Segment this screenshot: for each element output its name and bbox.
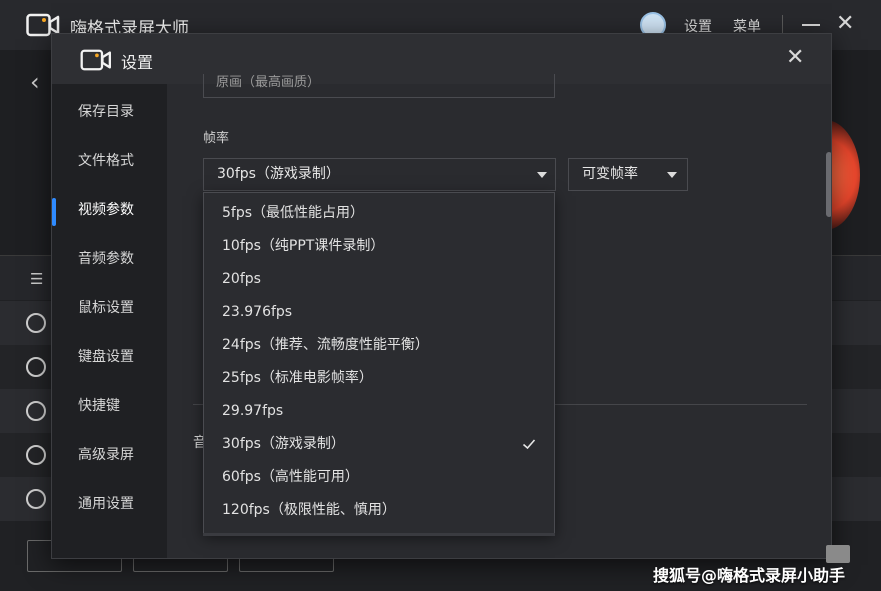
fps-label: 帧率 xyxy=(203,131,230,146)
sidebar-item-save-dir[interactable]: 保存目录 xyxy=(52,88,167,137)
folder-icon[interactable] xyxy=(826,545,850,563)
resolution-value: 原画（最高画质） xyxy=(216,75,321,90)
back-icon[interactable]: ‹ xyxy=(30,68,40,96)
fps-option[interactable]: 25fps（标准电影帧率） xyxy=(204,362,554,395)
fps-option-label: 20fps xyxy=(222,271,261,287)
sidebar-item-label: 通用设置 xyxy=(78,496,134,512)
fps-option[interactable]: 10fps（纯PPT课件录制） xyxy=(204,230,554,263)
sidebar-item-label: 视频参数 xyxy=(78,202,134,218)
resolution-select[interactable]: 原画（最高画质） xyxy=(203,74,555,98)
sidebar-item-video-params[interactable]: 视频参数 xyxy=(52,186,167,235)
sidebar-item-mouse[interactable]: 鼠标设置 xyxy=(52,284,167,333)
fps-option-label: 29.97fps xyxy=(222,403,284,419)
app-logo-icon xyxy=(80,49,111,71)
sidebar-item-audio-params[interactable]: 音频参数 xyxy=(52,235,167,284)
fps-option-label: 5fps（最低性能占用） xyxy=(222,205,365,221)
settings-dialog: 设置 ✕ 保存目录 文件格式 视频参数 音频参数 鼠标设置 键盘设置 快捷键 高… xyxy=(51,33,832,559)
fps-option[interactable]: 20fps xyxy=(204,263,554,296)
window-close-icon[interactable]: ✕ xyxy=(836,13,854,35)
fps-option-label: 10fps（纯PPT课件录制） xyxy=(222,238,385,254)
fps-select-value: 30fps（游戏录制） xyxy=(217,166,340,182)
fps-option[interactable]: 120fps（极限性能、慎用） xyxy=(204,494,554,527)
fps-option[interactable]: 29.97fps xyxy=(204,395,554,428)
fps-option-label: 60fps（高性能可用） xyxy=(222,469,359,485)
radio-icon[interactable] xyxy=(26,489,46,509)
fps-option[interactable]: 60fps（高性能可用） xyxy=(204,461,554,494)
fps-option-label: 23.976fps xyxy=(222,304,293,320)
fps-option-label: 30fps（游戏录制） xyxy=(222,436,345,452)
fps-select[interactable]: 30fps（游戏录制） xyxy=(203,158,556,191)
dialog-title: 设置 xyxy=(121,53,154,72)
radio-icon[interactable] xyxy=(26,313,46,333)
scrollbar[interactable] xyxy=(826,152,831,217)
fps-option-label: 120fps（极限性能、慎用） xyxy=(222,502,396,518)
chevron-down-icon xyxy=(537,172,547,178)
sidebar-item-label: 鼠标设置 xyxy=(78,300,134,316)
fps-dropdown: 5fps（最低性能占用） 10fps（纯PPT课件录制） 20fps 23.97… xyxy=(203,192,555,534)
fps-mode-select[interactable]: 可变帧率 xyxy=(568,158,688,191)
fps-option[interactable]: 5fps（最低性能占用） xyxy=(204,197,554,230)
sidebar-item-label: 文件格式 xyxy=(78,153,134,169)
dropdown-bottom-edge xyxy=(203,533,555,536)
sidebar-item-label: 音频参数 xyxy=(78,251,134,267)
fps-option[interactable]: 23.976fps xyxy=(204,296,554,329)
fps-option-selected[interactable]: 30fps（游戏录制） xyxy=(204,428,554,461)
radio-icon[interactable] xyxy=(26,401,46,421)
chevron-down-icon xyxy=(667,172,677,178)
fps-mode-value: 可变帧率 xyxy=(582,166,638,182)
sidebar-item-label: 保存目录 xyxy=(78,104,134,120)
fps-option[interactable]: 24fps（推荐、流畅度性能平衡） xyxy=(204,329,554,362)
active-indicator xyxy=(52,198,56,226)
minimize-icon[interactable] xyxy=(802,24,820,26)
close-icon[interactable]: ✕ xyxy=(786,46,804,70)
sidebar-item-shortcuts[interactable]: 快捷键 xyxy=(52,382,167,431)
sidebar-item-label: 快捷键 xyxy=(78,398,120,414)
sidebar-item-label: 高级录屏 xyxy=(78,447,134,463)
settings-sidebar: 保存目录 文件格式 视频参数 音频参数 鼠标设置 键盘设置 快捷键 高级录屏 通… xyxy=(52,84,167,558)
sidebar-item-keyboard[interactable]: 键盘设置 xyxy=(52,333,167,382)
sidebar-item-general[interactable]: 通用设置 xyxy=(52,480,167,529)
radio-icon[interactable] xyxy=(26,357,46,377)
list-icon[interactable]: ☰ xyxy=(30,270,43,288)
fps-option-label: 25fps（标准电影帧率） xyxy=(222,370,373,386)
watermark-text: 搜狐号@嗨格式录屏小助手 xyxy=(653,566,846,585)
sidebar-item-file-format[interactable]: 文件格式 xyxy=(52,137,167,186)
titlebar-separator xyxy=(782,15,783,35)
radio-icon[interactable] xyxy=(26,445,46,465)
checkmark-icon xyxy=(522,439,536,450)
fps-option-label: 24fps（推荐、流畅度性能平衡） xyxy=(222,337,429,353)
sidebar-item-advanced[interactable]: 高级录屏 xyxy=(52,431,167,480)
sidebar-item-label: 键盘设置 xyxy=(78,349,134,365)
